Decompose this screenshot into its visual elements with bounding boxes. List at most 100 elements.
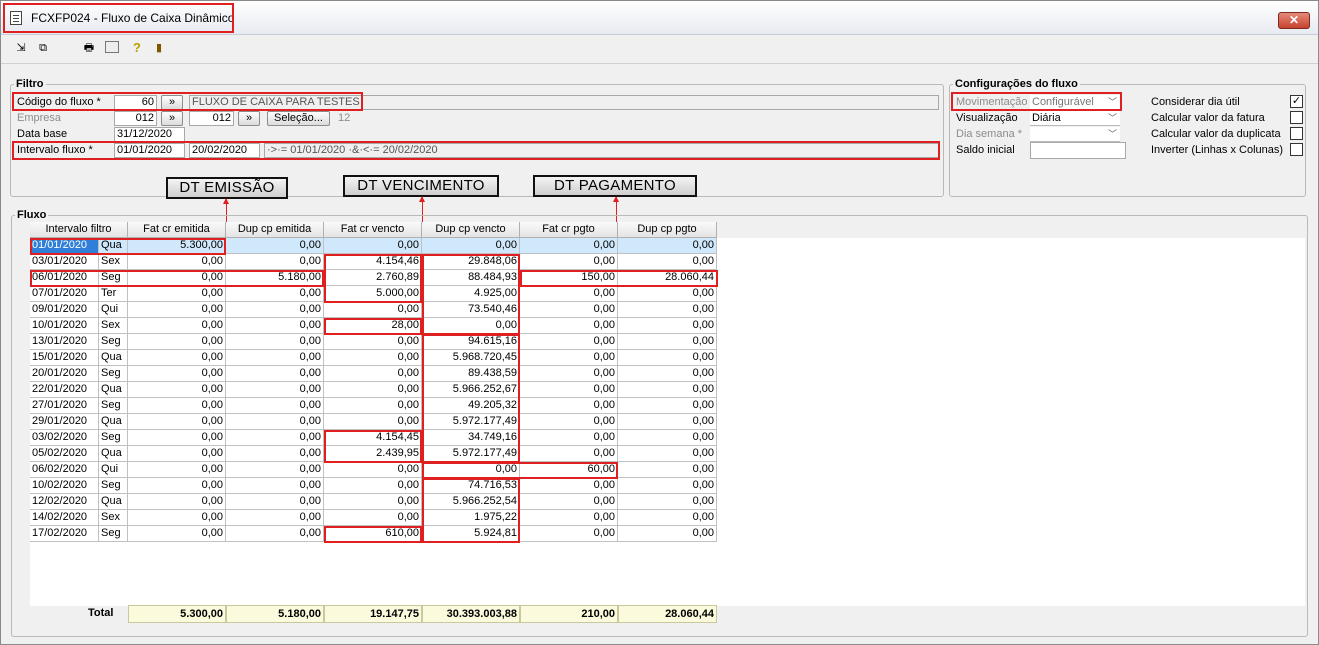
cell-weekday[interactable]: Sex [99, 254, 128, 270]
cell-weekday[interactable]: Seg [99, 526, 128, 542]
cell-weekday[interactable]: Seg [99, 430, 128, 446]
cell-value[interactable]: 5.000,00 [324, 286, 422, 302]
cell-value[interactable]: 0,00 [226, 350, 324, 366]
cell-value[interactable]: 0,00 [618, 254, 717, 270]
grid-settings-icon[interactable] [105, 41, 119, 53]
saldo-input[interactable] [1030, 142, 1126, 159]
col-intervalo[interactable]: Intervalo filtro [30, 222, 128, 238]
cell-value[interactable]: 0,00 [520, 478, 618, 494]
empresa-lookup-button[interactable]: » [161, 111, 183, 126]
cell-date[interactable]: 05/02/2020 [30, 446, 99, 462]
cell-value[interactable]: 5.968.720,45 [422, 350, 520, 366]
cell-value[interactable]: 0,00 [618, 398, 717, 414]
table-row[interactable]: 14/02/2020 Sex 0,00 0,00 0,00 1.975,22 0,00 0,0… [30, 510, 717, 526]
cell-value[interactable]: 0,00 [226, 318, 324, 334]
check-valor-duplicata[interactable] [1290, 127, 1303, 140]
empresa-input-2[interactable]: 012 [189, 111, 234, 126]
cell-value[interactable]: 0,00 [520, 430, 618, 446]
cell-value[interactable]: 0,00 [226, 462, 324, 478]
cell-date[interactable]: 20/01/2020 [30, 366, 99, 382]
table-row[interactable]: 22/01/2020 Qua 0,00 0,00 0,00 5.966.252,67 0,0… [30, 382, 717, 398]
cell-value[interactable]: 0,00 [324, 350, 422, 366]
table-row[interactable]: 03/01/2020 Sex 0,00 0,00 4.154,46 29.848,06 0,… [30, 254, 717, 270]
table-row[interactable]: 05/02/2020 Qua 0,00 0,00 2.439,95 5.972.177,4… [30, 446, 717, 462]
empresa-lookup-button-2[interactable]: » [238, 111, 260, 126]
cell-value[interactable]: 0,00 [520, 254, 618, 270]
table-row[interactable]: 09/01/2020 Qui 0,00 0,00 0,00 73.540,46 0,00 0,… [30, 302, 717, 318]
database-input[interactable]: 31/12/2020 [114, 127, 185, 142]
cell-value[interactable]: 4.925,00 [422, 286, 520, 302]
cell-date[interactable]: 14/02/2020 [30, 510, 99, 526]
cell-value[interactable]: 0,00 [520, 366, 618, 382]
cell-weekday[interactable]: Qua [99, 414, 128, 430]
empresa-input[interactable]: 012 [114, 111, 157, 126]
col-fat-cr-emitida[interactable]: Fat cr emitida [128, 222, 226, 238]
cell-value[interactable]: 0,00 [324, 334, 422, 350]
cell-value[interactable]: 0,00 [618, 238, 717, 254]
cell-value[interactable]: 0,00 [128, 446, 226, 462]
cell-value[interactable]: 0,00 [618, 430, 717, 446]
cell-weekday[interactable]: Ter [99, 286, 128, 302]
cell-value[interactable]: 2.760,89 [324, 270, 422, 286]
cell-date[interactable]: 03/02/2020 [30, 430, 99, 446]
cell-value[interactable]: 1.975,22 [422, 510, 520, 526]
cell-value[interactable]: 0,00 [520, 510, 618, 526]
cell-date[interactable]: 07/01/2020 [30, 286, 99, 302]
cell-value[interactable]: 0,00 [520, 238, 618, 254]
cell-value[interactable]: 88.484,93 [422, 270, 520, 286]
cell-value[interactable]: 0,00 [226, 494, 324, 510]
cell-date[interactable]: 17/02/2020 [30, 526, 99, 542]
check-valor-fatura[interactable] [1290, 111, 1303, 124]
cell-value[interactable]: 0,00 [324, 382, 422, 398]
cell-weekday[interactable]: Qua [99, 238, 128, 254]
cell-value[interactable]: 0,00 [520, 494, 618, 510]
cell-value[interactable]: 0,00 [422, 462, 520, 478]
cell-value[interactable]: 0,00 [618, 334, 717, 350]
cell-date[interactable]: 10/01/2020 [30, 318, 99, 334]
cell-value[interactable]: 0,00 [226, 382, 324, 398]
cell-value[interactable]: 34.749,16 [422, 430, 520, 446]
cell-date[interactable]: 10/02/2020 [30, 478, 99, 494]
table-row[interactable]: 07/01/2020 Ter 0,00 0,00 5.000,00 4.925,00 0,0… [30, 286, 717, 302]
cell-value[interactable]: 0,00 [226, 302, 324, 318]
cell-value[interactable]: 49.205,32 [422, 398, 520, 414]
cell-date[interactable]: 06/01/2020 [30, 270, 99, 286]
cell-value[interactable]: 0,00 [128, 270, 226, 286]
cell-value[interactable]: 0,00 [226, 510, 324, 526]
cell-value[interactable]: 0,00 [618, 286, 717, 302]
cell-weekday[interactable]: Seg [99, 334, 128, 350]
cell-value[interactable]: 0,00 [618, 478, 717, 494]
cell-value[interactable]: 5.972.177,49 [422, 446, 520, 462]
cell-value[interactable]: 5.300,00 [128, 238, 226, 254]
cell-value[interactable]: 74.716,53 [422, 478, 520, 494]
table-row[interactable]: 15/01/2020 Qua 0,00 0,00 0,00 5.968.720,45 0,0… [30, 350, 717, 366]
cell-value[interactable]: 28.060,44 [618, 270, 717, 286]
cell-date[interactable]: 03/01/2020 [30, 254, 99, 270]
cell-value[interactable]: 29.848,06 [422, 254, 520, 270]
cell-value[interactable]: 0,00 [422, 238, 520, 254]
cell-value[interactable]: 89.438,59 [422, 366, 520, 382]
cell-value[interactable]: 0,00 [618, 350, 717, 366]
cell-value[interactable]: 0,00 [618, 414, 717, 430]
cell-value[interactable]: 94.615,16 [422, 334, 520, 350]
table-row[interactable]: 06/01/2020 Seg 0,00 5.180,00 2.760,89 88.484,… [30, 270, 717, 286]
door-exit-icon[interactable]: ▮ [152, 41, 166, 55]
cell-value[interactable]: 0,00 [128, 286, 226, 302]
cell-value[interactable]: 0,00 [128, 430, 226, 446]
cell-date[interactable]: 22/01/2020 [30, 382, 99, 398]
cell-weekday[interactable]: Qua [99, 494, 128, 510]
cell-value[interactable]: 610,00 [324, 526, 422, 542]
cell-value[interactable]: 0,00 [422, 318, 520, 334]
cell-value[interactable]: 0,00 [520, 318, 618, 334]
movimentacao-select[interactable]: Configurável ﹀ [1030, 95, 1120, 110]
cell-date[interactable]: 12/02/2020 [30, 494, 99, 510]
cell-weekday[interactable]: Qua [99, 350, 128, 366]
visualizacao-select[interactable]: Diária ﹀ [1030, 111, 1120, 126]
cell-value[interactable]: 0,00 [128, 366, 226, 382]
cell-date[interactable]: 15/01/2020 [30, 350, 99, 366]
cell-value[interactable]: 0,00 [618, 526, 717, 542]
intervalo-fim-input[interactable]: 20/02/2020 [189, 143, 260, 158]
cell-value[interactable]: 0,00 [226, 286, 324, 302]
windows-icon[interactable]: ⧉ [36, 41, 50, 55]
cell-value[interactable]: 0,00 [128, 350, 226, 366]
